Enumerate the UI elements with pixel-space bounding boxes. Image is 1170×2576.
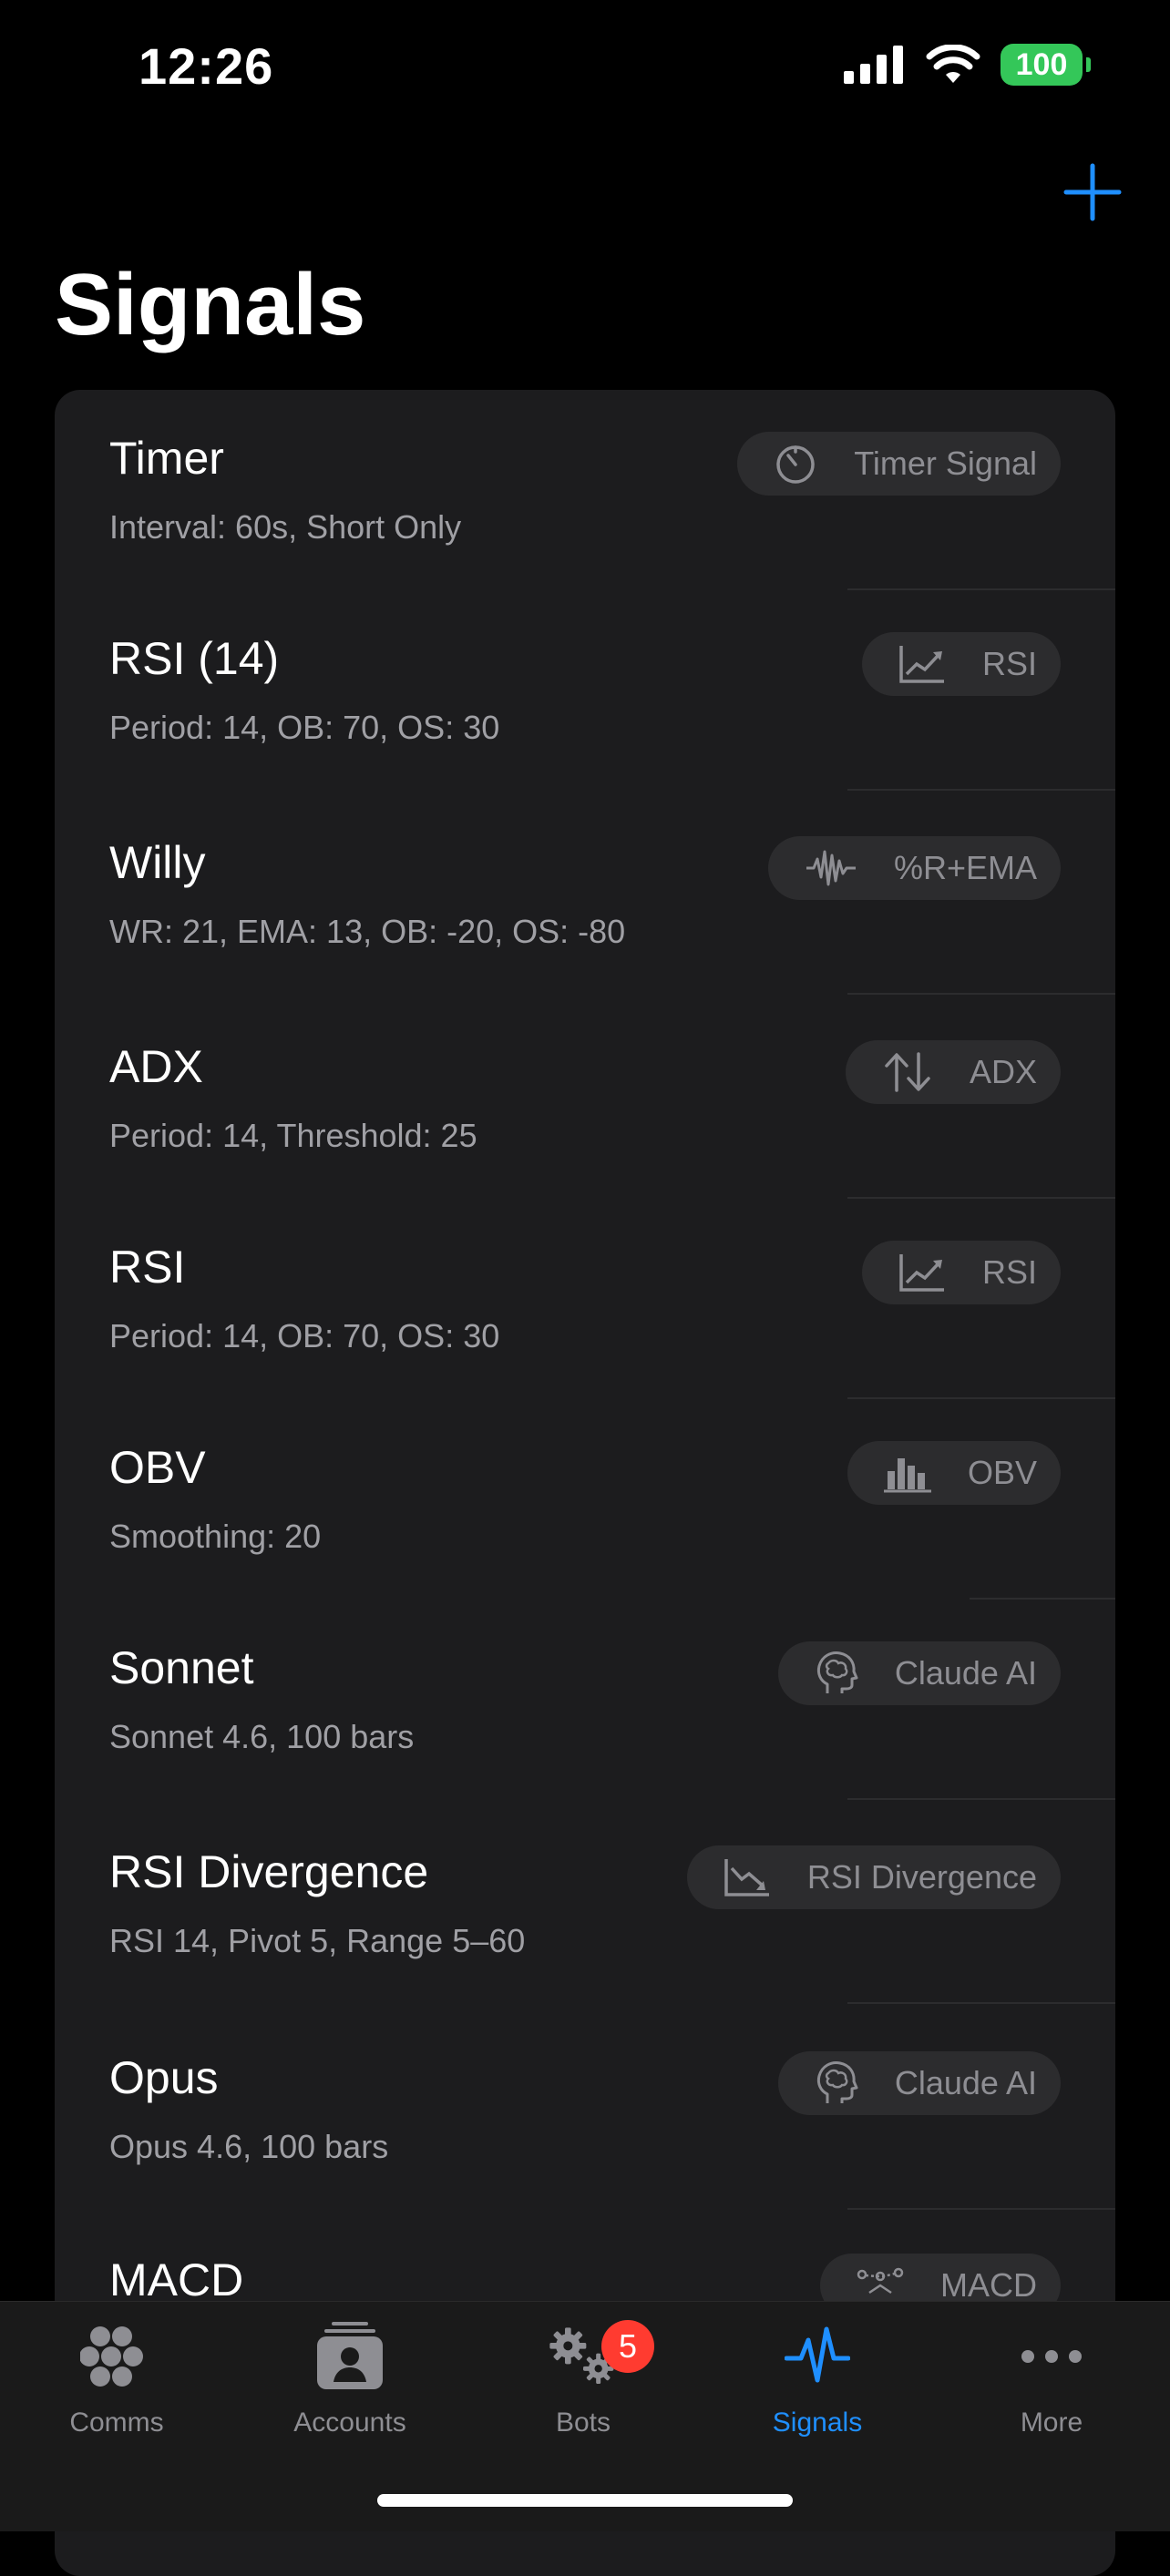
status-time: 12:26 [139, 37, 274, 95]
macd-icon [857, 2267, 904, 2295]
tab-signals[interactable]: Signals [726, 2320, 908, 2466]
home-indicator [377, 2494, 793, 2507]
timer-icon [776, 445, 816, 484]
waveform-icon [785, 2326, 850, 2383]
tab-label: Bots [555, 2407, 611, 2438]
chart-up-icon [899, 1254, 944, 1292]
signal-name: OBV [109, 1442, 206, 1493]
tab-label: Accounts [293, 2407, 406, 2438]
signal-detail: Sonnet 4.6, 100 bars [109, 1718, 415, 1755]
signal-detail: Interval: 60s, Short Only [109, 508, 462, 546]
signal-detail: Period: 14, OB: 70, OS: 30 [109, 709, 500, 746]
signal-type-label: Timer Signal [854, 445, 1037, 482]
wifi-icon [926, 45, 980, 83]
signal-row-adx[interactable]: ADX Period: 14, Threshold: 25 ADX [55, 998, 1115, 1199]
more-icon [1021, 2350, 1082, 2363]
signal-type-badge: Claude AI [777, 2051, 1061, 2115]
tab-comms[interactable]: Comms [26, 2320, 208, 2466]
chart-down-icon [724, 1859, 769, 1896]
signal-row-timer[interactable]: Timer Interval: 60s, Short Only Timer Si… [55, 390, 1115, 590]
bars-icon [883, 1458, 931, 1493]
signal-name: Opus [109, 2052, 219, 2103]
row-divider [847, 993, 1115, 995]
battery-indicator: 100 [1001, 44, 1091, 86]
signal-detail: Period: 14, OB: 70, OS: 30 [109, 1317, 500, 1354]
signal-type-badge: Claude AI [777, 1641, 1061, 1705]
tab-label: Signals [772, 2407, 863, 2438]
signal-detail: WR: 21, EMA: 13, OB: -20, OS: -80 [109, 913, 626, 950]
status-icons: 100 [844, 44, 1091, 86]
signal-row-rsi-14[interactable]: RSI (14) Period: 14, OB: 70, OS: 30 RSI [55, 590, 1115, 791]
signal-type-badge: RSI [861, 1241, 1061, 1304]
tab-label: More [1020, 2407, 1083, 2438]
arrows-up-down-icon [885, 1052, 930, 1092]
signal-name: Willy [109, 837, 206, 888]
chart-up-icon [899, 646, 944, 683]
signal-name: Timer [109, 433, 224, 484]
signal-type-label: OBV [967, 1454, 1037, 1491]
signal-detail: RSI 14, Pivot 5, Range 5–60 [109, 1922, 526, 1959]
comms-icon [80, 2326, 143, 2387]
signal-type-badge: ADX [845, 1040, 1061, 1104]
signal-type-label: %R+EMA [893, 849, 1037, 886]
tab-more[interactable]: More [960, 2320, 1143, 2466]
page-title: Signals [55, 256, 366, 353]
signal-name: ADX [109, 1041, 203, 1092]
tab-label: Comms [69, 2407, 164, 2438]
signal-name: RSI Divergence [109, 1846, 429, 1897]
signal-row-obv[interactable]: OBV Smoothing: 20 OBV [55, 1399, 1115, 1600]
tab-bots[interactable]: 5 Bots [492, 2320, 674, 2466]
row-divider [847, 1798, 1115, 1800]
signal-row-opus[interactable]: Opus Opus 4.6, 100 bars Claude AI [55, 2009, 1115, 2210]
signal-name: RSI (14) [109, 633, 280, 684]
signal-type-label: Claude AI [894, 1654, 1037, 1692]
tab-accounts[interactable]: Accounts [259, 2320, 441, 2466]
signal-detail: Smoothing: 20 [109, 1518, 322, 1555]
signal-type-badge: %R+EMA [767, 836, 1061, 900]
add-signal-button[interactable] [1062, 162, 1123, 222]
signal-type-label: RSI [981, 1253, 1037, 1291]
brain-head-icon [816, 2061, 858, 2103]
signal-name: Sonnet [109, 1642, 254, 1693]
signal-type-badge: Timer Signal [737, 432, 1061, 496]
signal-row-rsi-divergence[interactable]: RSI Divergence RSI 14, Pivot 5, Range 5–… [55, 1804, 1115, 2004]
signal-detail: Opus 4.6, 100 bars [109, 2128, 389, 2165]
signal-row-willy[interactable]: Willy WR: 21, EMA: 13, OB: -20, OS: -80 … [55, 794, 1115, 995]
row-divider [847, 2208, 1115, 2210]
signal-name: RSI [109, 1242, 186, 1293]
waveform-icon [806, 850, 856, 886]
signal-strength-icon [844, 46, 903, 84]
signal-type-label: ADX [969, 1053, 1037, 1090]
row-divider [847, 2002, 1115, 2004]
signal-row-sonnet[interactable]: Sonnet Sonnet 4.6, 100 bars Claude AI [55, 1600, 1115, 1800]
signal-type-label: RSI Divergence [806, 1858, 1037, 1896]
status-bar: 12:26 100 [0, 0, 1170, 137]
signal-type-label: Claude AI [894, 2064, 1037, 2101]
brain-head-icon [816, 1651, 858, 1693]
signal-type-badge: OBV [847, 1441, 1061, 1505]
signals-list: Timer Interval: 60s, Short Only Timer Si… [55, 390, 1115, 2576]
signal-row-rsi[interactable]: RSI Period: 14, OB: 70, OS: 30 RSI [55, 1199, 1115, 1399]
signal-type-badge: RSI Divergence [686, 1845, 1061, 1909]
signal-type-badge: RSI [861, 632, 1061, 696]
signal-type-label: MACD [940, 2266, 1037, 2304]
signal-name: MACD [109, 2254, 244, 2305]
notification-badge: 5 [601, 2320, 654, 2373]
signal-detail: Period: 14, Threshold: 25 [109, 1117, 477, 1154]
accounts-icon [317, 2322, 383, 2389]
row-divider [847, 789, 1115, 791]
signal-type-label: RSI [981, 645, 1037, 682]
